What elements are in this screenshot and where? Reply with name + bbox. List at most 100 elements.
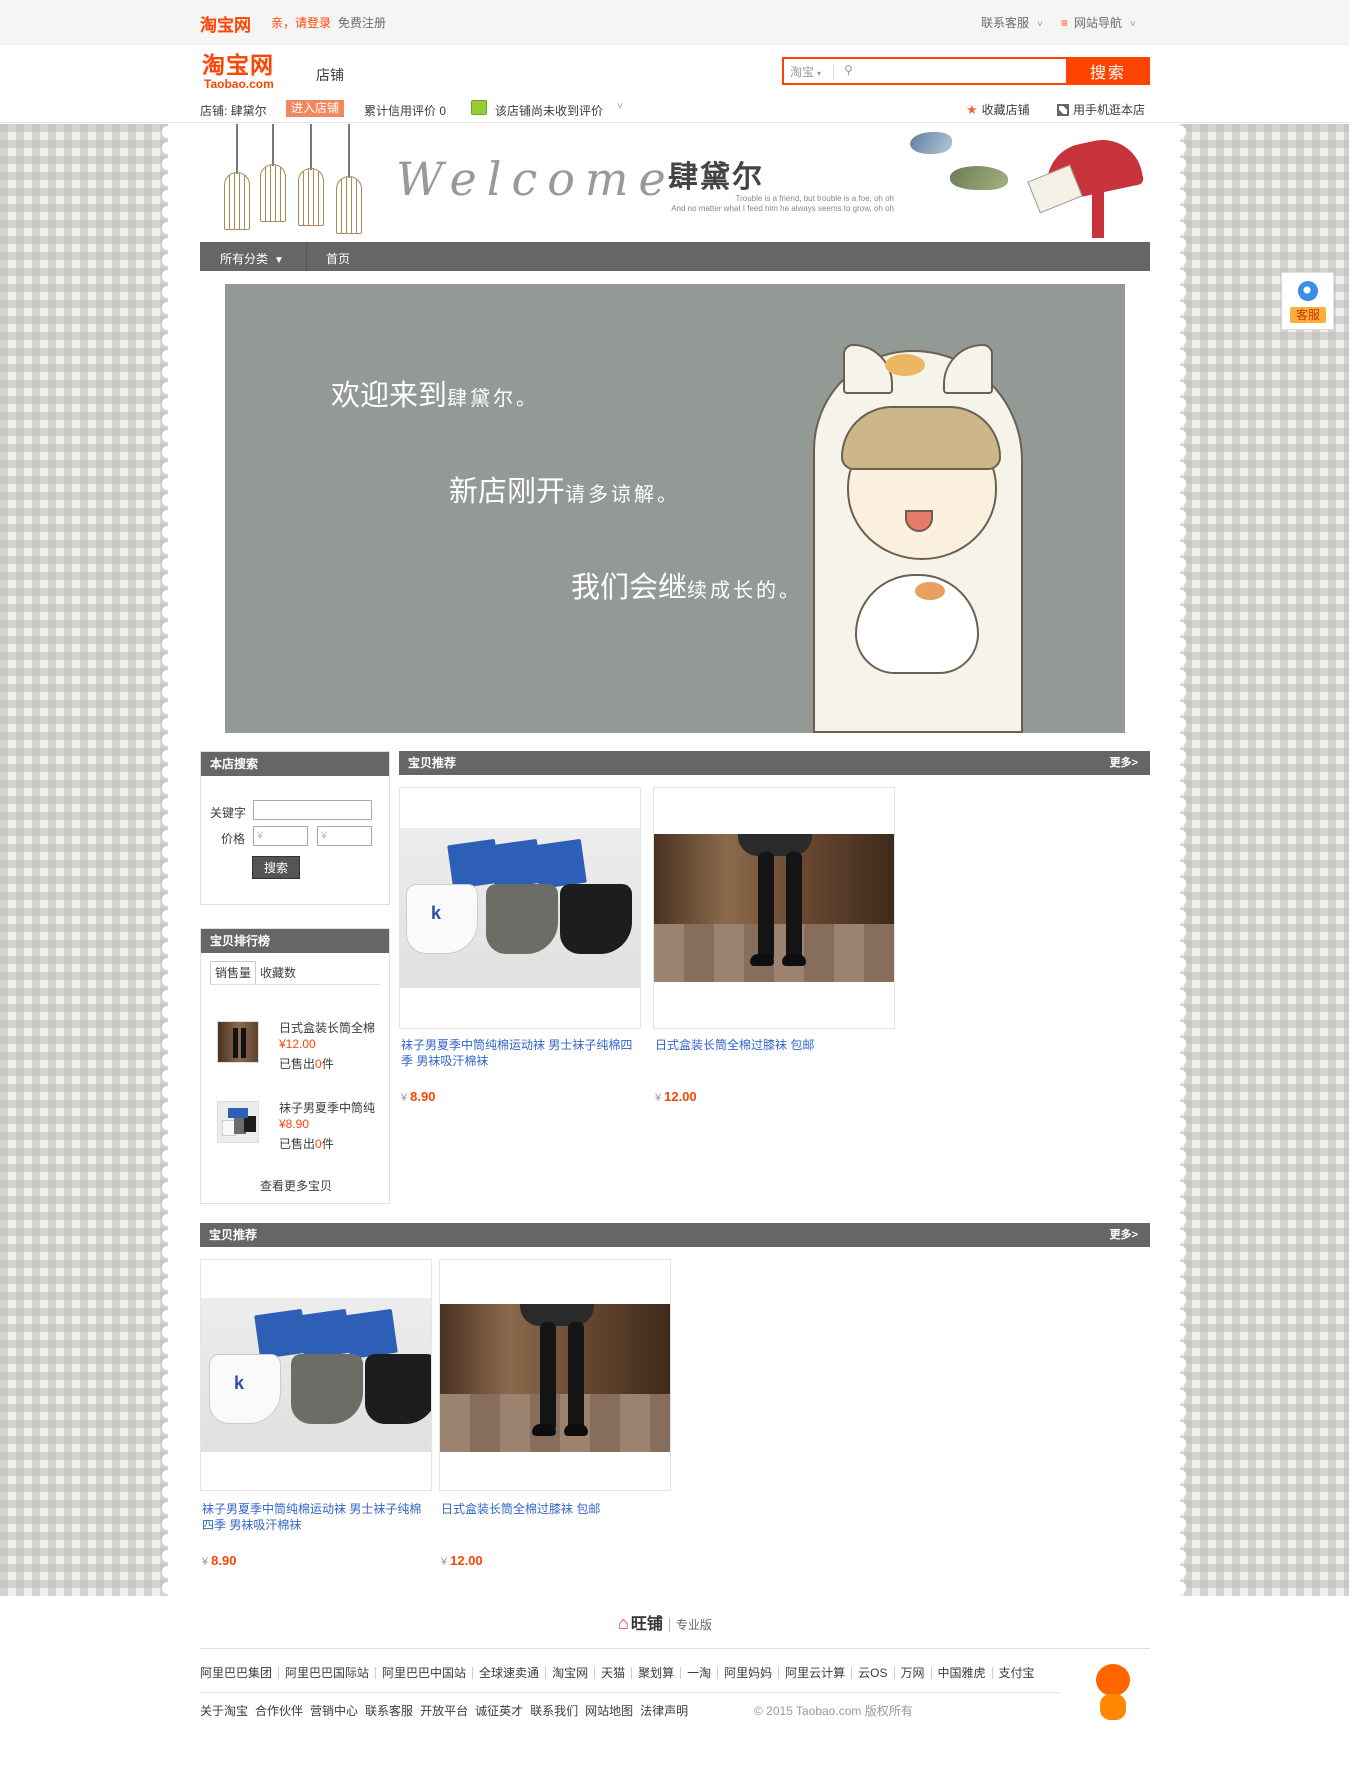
product-photo[interactable]	[653, 787, 895, 1029]
ranking-item-name[interactable]: 日式盒装长筒全棉	[279, 1019, 379, 1036]
brand-logo-icon: k	[431, 903, 442, 923]
hero-line-3-small: 续成长的。	[687, 578, 803, 602]
footer-link[interactable]: 诚征英才	[475, 1704, 523, 1718]
footer-link[interactable]: 全球速卖通	[473, 1667, 547, 1679]
header-section-label: 店铺	[316, 67, 344, 83]
sold-suffix: 件	[321, 1137, 334, 1151]
site-map-menu[interactable]: ≡ 网站导航 ˅	[1061, 14, 1136, 31]
recommend-section-header: 宝贝推荐 更多>	[200, 1223, 1150, 1247]
footer-link[interactable]: 阿里巴巴中国站	[376, 1667, 474, 1679]
triangle-down-icon: ▼	[274, 255, 284, 266]
footer-link[interactable]: 开放平台	[420, 1704, 468, 1718]
hero-welcome-line: 欢迎来到肆黛尔。	[331, 372, 539, 414]
footer-link[interactable]: 网站地图	[585, 1704, 633, 1718]
tab-favorites[interactable]: 收藏数	[256, 962, 300, 986]
search-scope-label: 淘宝	[790, 65, 815, 79]
product-price: ¥12.00	[441, 1553, 483, 1568]
keyword-input[interactable]	[253, 800, 372, 820]
nav-home-link[interactable]: 首页	[326, 250, 350, 267]
footer-link[interactable]: 联系客服	[365, 1704, 413, 1718]
wangpu-logo[interactable]: ⌂ 旺铺 专业版	[618, 1610, 712, 1634]
birds-illustration	[902, 130, 1012, 200]
footer-link[interactable]: 联系我们	[530, 1704, 578, 1718]
contact-service-menu[interactable]: 联系客服 ˅	[981, 14, 1043, 31]
footer-link[interactable]: 一淘	[681, 1667, 719, 1679]
search-scope-select[interactable]: 淘宝 ▾	[790, 64, 834, 80]
footer-link[interactable]: 淘宝网	[546, 1667, 596, 1679]
product-title-link[interactable]: 日式盒装长筒全棉过膝袜 包邮	[441, 1501, 667, 1517]
register-link[interactable]: 免费注册	[338, 14, 386, 31]
price-max-input[interactable]: ¥	[317, 826, 372, 846]
taobao-mini-logo[interactable]: 淘宝网	[200, 11, 251, 36]
hero-banner[interactable]: 欢迎来到肆黛尔。 新店刚开请多谅解。 我们会继续成长的。	[225, 284, 1125, 733]
footer-link[interactable]: 阿里巴巴集团	[200, 1667, 280, 1679]
view-more-items-link[interactable]: 查看更多宝贝	[201, 1177, 391, 1194]
price-min-input[interactable]: ¥	[253, 826, 308, 846]
shop-search-title: 本店搜索	[201, 752, 389, 776]
hero-line-2-big: 新店刚开	[449, 474, 566, 508]
footer-link[interactable]: 合作伙伴	[255, 1704, 303, 1718]
ranking-item[interactable]: 日式盒装长筒全棉 ¥12.00 已售出0件	[217, 1021, 387, 1081]
footer-link[interactable]: 阿里巴巴国际站	[279, 1667, 377, 1679]
footer-link[interactable]: 云OS	[852, 1667, 895, 1679]
ranking-item[interactable]: 袜子男夏季中筒纯 ¥8.90 已售出0件	[217, 1101, 387, 1161]
rating-badge-icon	[471, 100, 487, 115]
ranking-item-price: ¥12.00	[279, 1037, 316, 1051]
footer-link[interactable]: 关于淘宝	[200, 1704, 248, 1718]
product-title-link[interactable]: 日式盒装长筒全棉过膝袜 包邮	[655, 1037, 891, 1053]
shop-search-button[interactable]: 搜索	[252, 856, 300, 879]
mailbox-illustration	[1022, 132, 1146, 238]
global-search-button[interactable]: 搜索	[1066, 57, 1150, 85]
tab-sales[interactable]: 销售量	[210, 961, 257, 985]
product-photo[interactable]	[439, 1259, 671, 1491]
footer-link[interactable]: 支付宝	[993, 1667, 1041, 1679]
footer-link[interactable]: 中国雅虎	[932, 1667, 993, 1679]
footer-link[interactable]: 阿里妈妈	[718, 1667, 780, 1679]
site-map-label: 网站导航	[1074, 16, 1123, 30]
favorite-shop-label: 收藏店铺	[981, 103, 1030, 117]
price-value: 12.00	[664, 1089, 697, 1104]
shop-info-bar: 店铺: 肆黛尔 进入店铺 累计信用评价 0 该店铺尚未收到评价 ˅ ★ 收藏店铺 …	[200, 98, 1150, 120]
chevron-down-icon[interactable]: ˅	[617, 101, 623, 112]
currency-symbol: ¥	[655, 1092, 662, 1104]
footer-info-links: 关于淘宝 合作伙伴 营销中心 联系客服 开放平台 诚征英才 联系我们 网站地图 法律声明	[200, 1702, 695, 1719]
search-icon: ⚲	[844, 63, 853, 77]
customer-service-float[interactable]: 客服	[1281, 272, 1334, 330]
global-search-input[interactable]	[856, 61, 1026, 81]
footer-link[interactable]: 营销中心	[310, 1704, 358, 1718]
sold-prefix: 已售出	[279, 1057, 316, 1071]
mobile-browse-button[interactable]: 用手机逛本店	[1057, 101, 1145, 118]
all-categories-menu[interactable]: 所有分类 ▼	[220, 250, 284, 267]
product-title-link[interactable]: 袜子男夏季中筒纯棉运动袜 男士袜子纯棉四季 男袜吸汗棉袜	[401, 1037, 637, 1069]
chevron-down-icon: ˅	[1037, 19, 1043, 30]
scallop-border-right	[1174, 124, 1186, 1596]
recommend-more-link[interactable]: 更多>	[1110, 1223, 1138, 1247]
footer-link[interactable]: 万网	[895, 1667, 932, 1679]
recommend-more-link[interactable]: 更多>	[1110, 751, 1138, 775]
ranking-thumbnail[interactable]	[217, 1101, 259, 1143]
scallop-border-left	[162, 124, 174, 1596]
banner-tagline: Trouble is a friend, but trouble is a fo…	[671, 194, 894, 213]
product-photo[interactable]: k	[399, 787, 641, 1029]
footer-link[interactable]: 阿里云计算	[779, 1667, 853, 1679]
anime-character-illustration	[793, 344, 1125, 733]
favorite-shop-button[interactable]: ★ 收藏店铺	[966, 101, 1030, 118]
product-price: ¥8.90	[202, 1553, 236, 1568]
logo-cn: 淘宝网	[202, 52, 274, 78]
footer-link[interactable]: 聚划算	[632, 1667, 682, 1679]
enter-shop-button[interactable]: 进入店铺	[286, 100, 344, 117]
login-link[interactable]: 亲，请登录	[271, 14, 331, 31]
product-title-link[interactable]: 袜子男夏季中筒纯棉运动袜 男士袜子纯棉四季 男袜吸汗棉袜	[202, 1501, 428, 1533]
taobao-logo[interactable]: 淘宝网 Taobao.com	[202, 52, 292, 90]
hero-line-2-small: 请多谅解。	[565, 482, 681, 506]
credit-rating: 累计信用评价 0	[364, 104, 447, 118]
ranking-thumbnail[interactable]	[217, 1021, 259, 1063]
brand-logo-icon: k	[234, 1373, 245, 1393]
product-photo[interactable]: k	[200, 1259, 432, 1491]
mobile-browse-label: 用手机逛本店	[1073, 103, 1146, 117]
ranking-item-name[interactable]: 袜子男夏季中筒纯	[279, 1099, 379, 1116]
recommend-section-title: 宝贝推荐	[408, 756, 457, 770]
footer-link[interactable]: 天猫	[595, 1667, 633, 1679]
footer-link[interactable]: 法律声明	[640, 1704, 688, 1718]
footer-divider	[200, 1692, 1060, 1693]
